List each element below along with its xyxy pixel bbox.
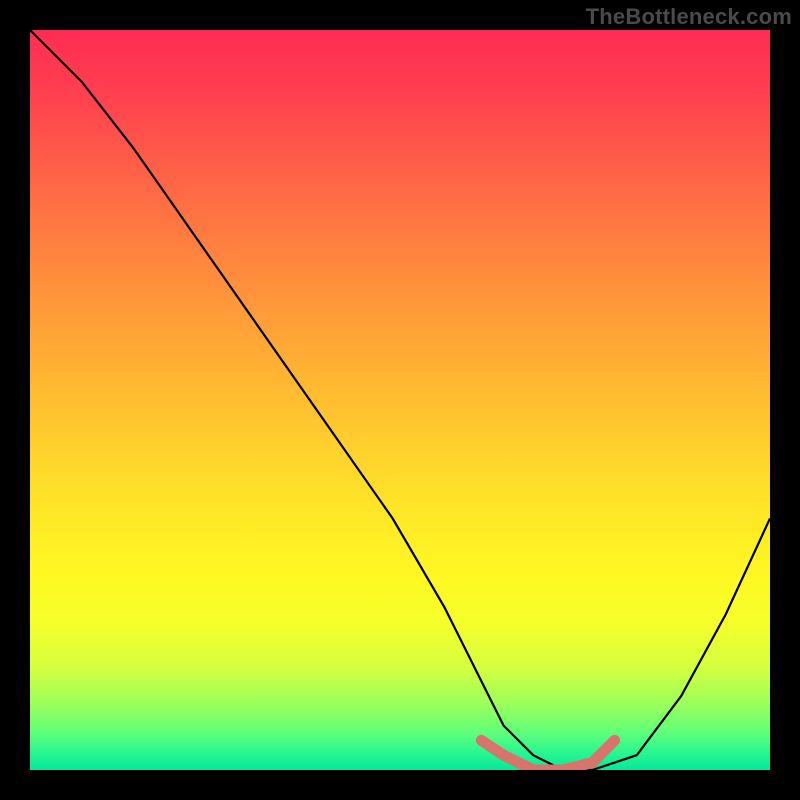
chart-frame: TheBottleneck.com [0, 0, 800, 800]
bottleneck-curve [30, 30, 770, 770]
plot-area [30, 30, 770, 770]
curve-svg [30, 30, 770, 770]
highlight-segment [481, 740, 614, 770]
watermark-text: TheBottleneck.com [586, 4, 792, 30]
